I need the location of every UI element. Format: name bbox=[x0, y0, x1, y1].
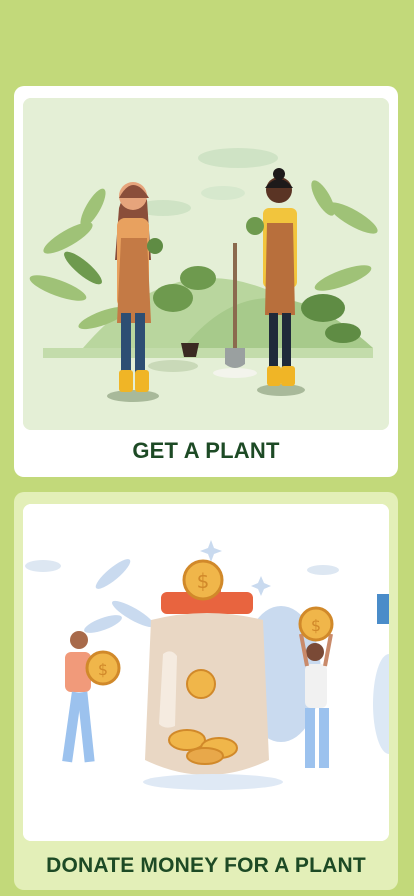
svg-text:$: $ bbox=[311, 616, 321, 635]
svg-text:$: $ bbox=[197, 569, 210, 593]
get-plant-card[interactable]: GET A PLANT bbox=[14, 86, 398, 477]
donate-money-label: DONATE MONEY FOR A PLANT bbox=[46, 854, 366, 877]
donate-money-card[interactable]: $ $ $ DONATE MONEY FOR A PLANT bbox=[14, 492, 398, 890]
gardeners-illustration bbox=[23, 98, 389, 430]
donation-illustration: $ $ $ bbox=[23, 504, 389, 841]
get-plant-label: GET A PLANT bbox=[132, 438, 280, 463]
svg-text:$: $ bbox=[98, 660, 108, 679]
app-screen: { "cards": { "get_plant": { "label": "GE… bbox=[0, 0, 414, 896]
